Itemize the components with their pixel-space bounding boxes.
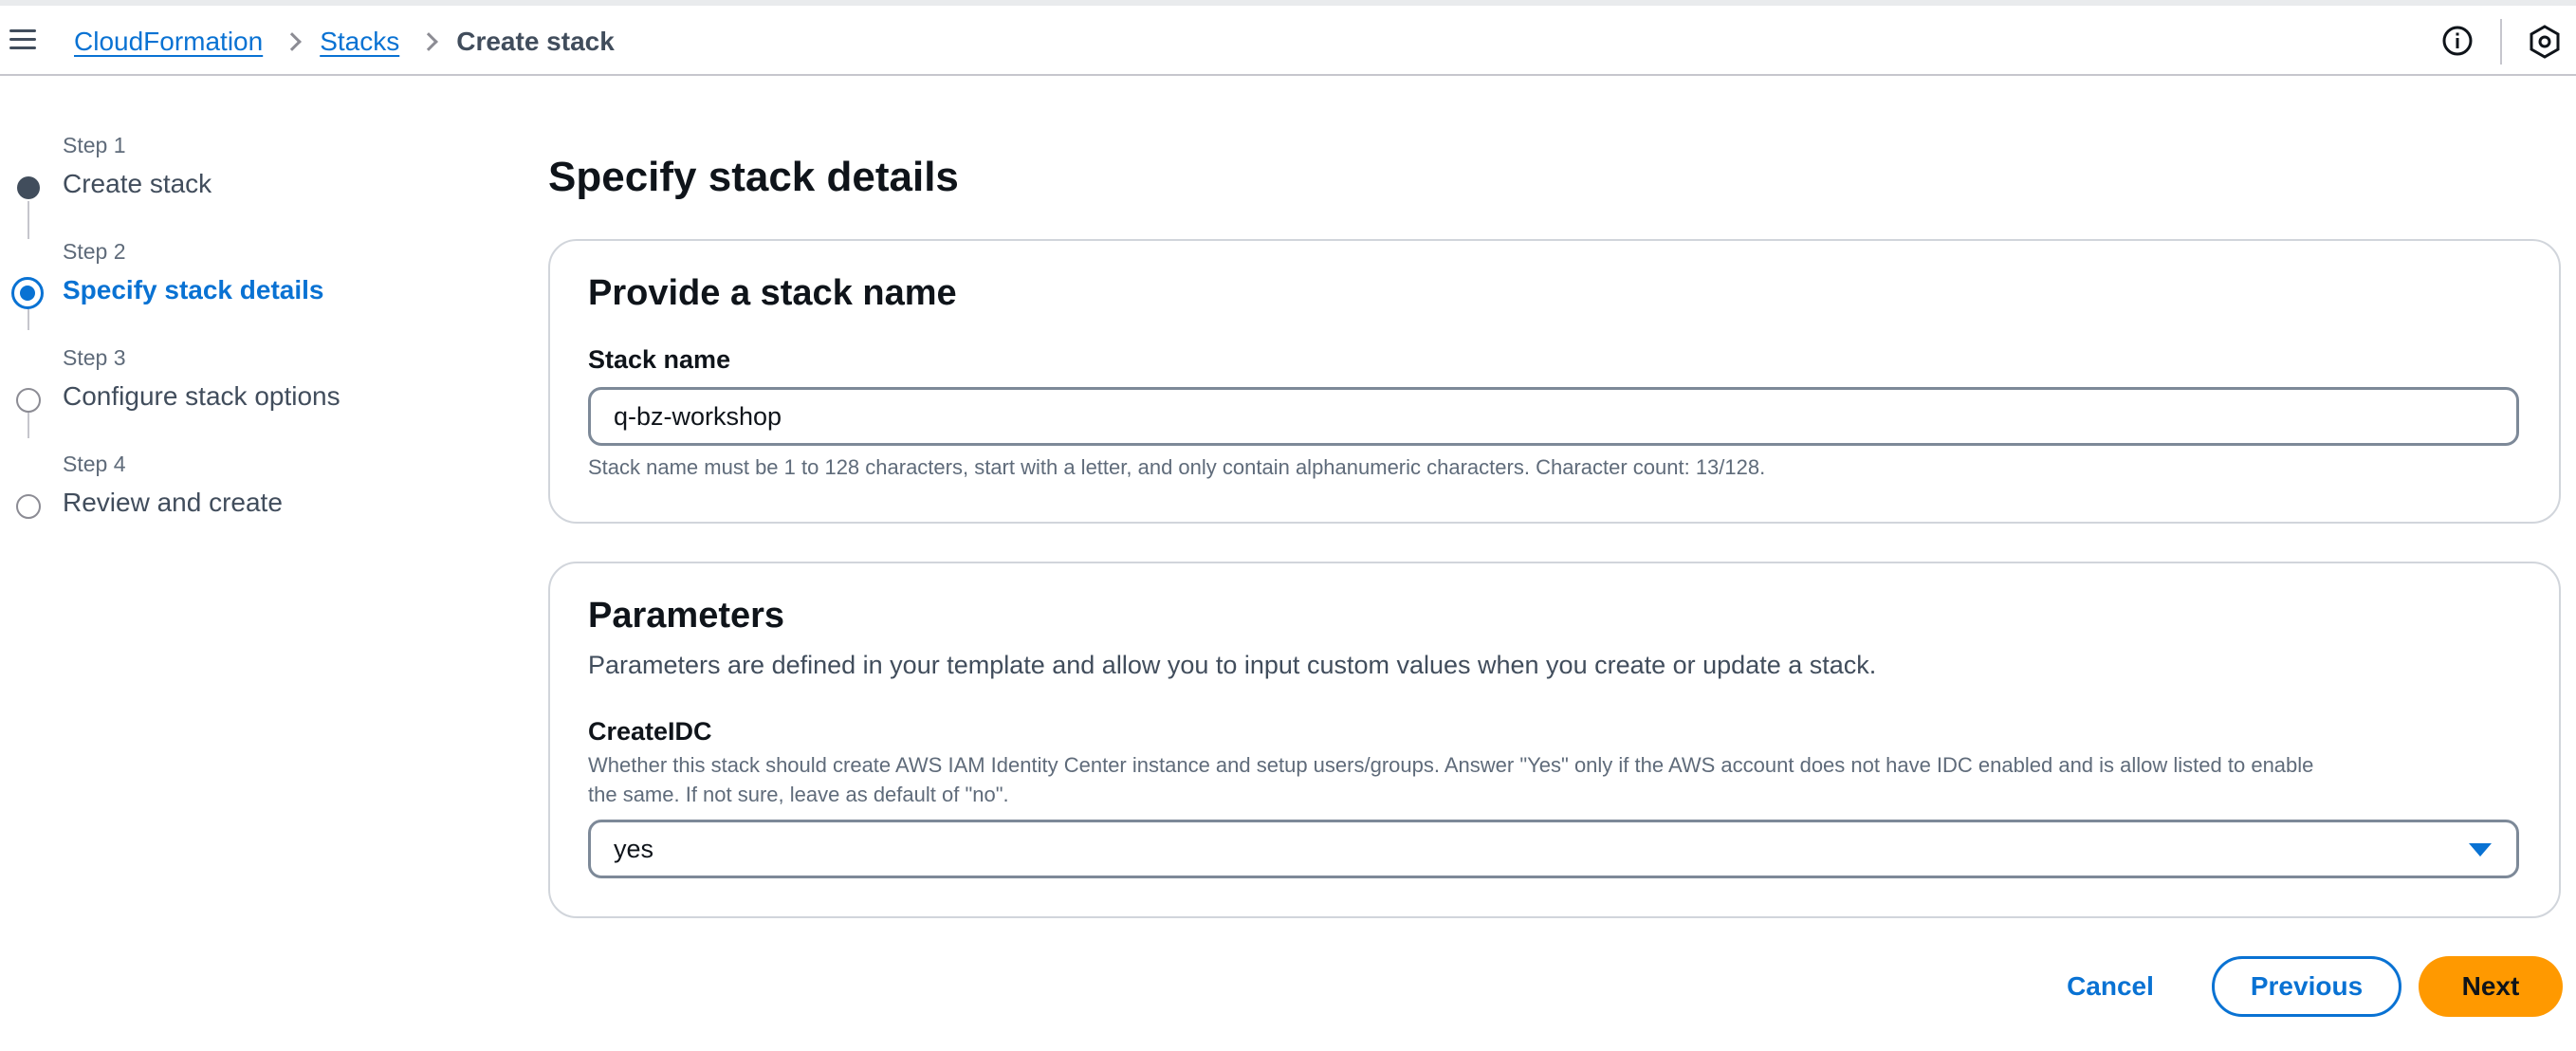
next-button[interactable]: Next [2419, 956, 2563, 1017]
step-pending-icon [16, 388, 41, 413]
parameters-panel: Parameters Parameters are defined in you… [548, 562, 2561, 918]
breadcrumb-stacks[interactable]: Stacks [320, 27, 399, 57]
stack-name-panel: Provide a stack name Stack name q-bz-wor… [548, 239, 2561, 524]
settings-icon[interactable] [2529, 25, 2561, 59]
param-description-line: Whether this stack should create AWS IAM… [588, 753, 2314, 777]
step-pending-icon [16, 494, 41, 519]
step-label-configure-stack-options: Configure stack options [63, 381, 340, 411]
step-4: Step 4 Review and create [0, 452, 474, 527]
step-1: Step 1 Create stack [0, 133, 474, 209]
param-label-createidc: CreateIDC [588, 717, 712, 746]
step-completed-icon [17, 176, 40, 199]
page-title: Specify stack details [548, 154, 959, 200]
cancel-button[interactable]: Cancel [2049, 960, 2172, 1013]
step-number: Step 2 [63, 239, 126, 264]
hamburger-menu-icon[interactable] [9, 27, 38, 53]
breadcrumb: CloudFormation Stacks Create stack [74, 23, 615, 61]
createidc-select[interactable]: yes [588, 820, 2519, 878]
step-number: Step 1 [63, 133, 126, 157]
panel-title: Provide a stack name [588, 273, 957, 313]
step-number: Step 3 [63, 345, 126, 370]
panel-title: Parameters [588, 596, 785, 636]
step-active-icon [11, 277, 44, 309]
stack-name-input[interactable]: q-bz-workshop [588, 387, 2519, 446]
step-label-review-and-create: Review and create [63, 488, 283, 517]
select-value: yes [614, 834, 654, 863]
info-icon[interactable] [2441, 25, 2474, 57]
step-label-specify-stack-details[interactable]: Specify stack details [63, 275, 323, 305]
chevron-right-icon [283, 32, 303, 51]
breadcrumb-current: Create stack [456, 27, 615, 56]
step-number: Step 4 [63, 452, 126, 476]
top-navigation-bar: CloudFormation Stacks Create stack [0, 6, 2576, 76]
header-divider [2500, 19, 2502, 65]
chevron-right-icon [419, 32, 439, 51]
parameters-description: Parameters are defined in your template … [588, 651, 1877, 679]
param-description-line: the same. If not sure, leave as default … [588, 783, 1009, 806]
step-2: Step 2 Specify stack details [0, 239, 474, 315]
step-label-create-stack[interactable]: Create stack [63, 169, 212, 199]
breadcrumb-cloudformation[interactable]: CloudFormation [74, 27, 263, 57]
stack-name-label: Stack name [588, 345, 731, 374]
caret-down-icon [2469, 843, 2492, 857]
previous-button[interactable]: Previous [2212, 956, 2401, 1017]
stack-name-hint: Stack name must be 1 to 128 characters, … [588, 455, 1766, 479]
step-3: Step 3 Configure stack options [0, 345, 474, 421]
